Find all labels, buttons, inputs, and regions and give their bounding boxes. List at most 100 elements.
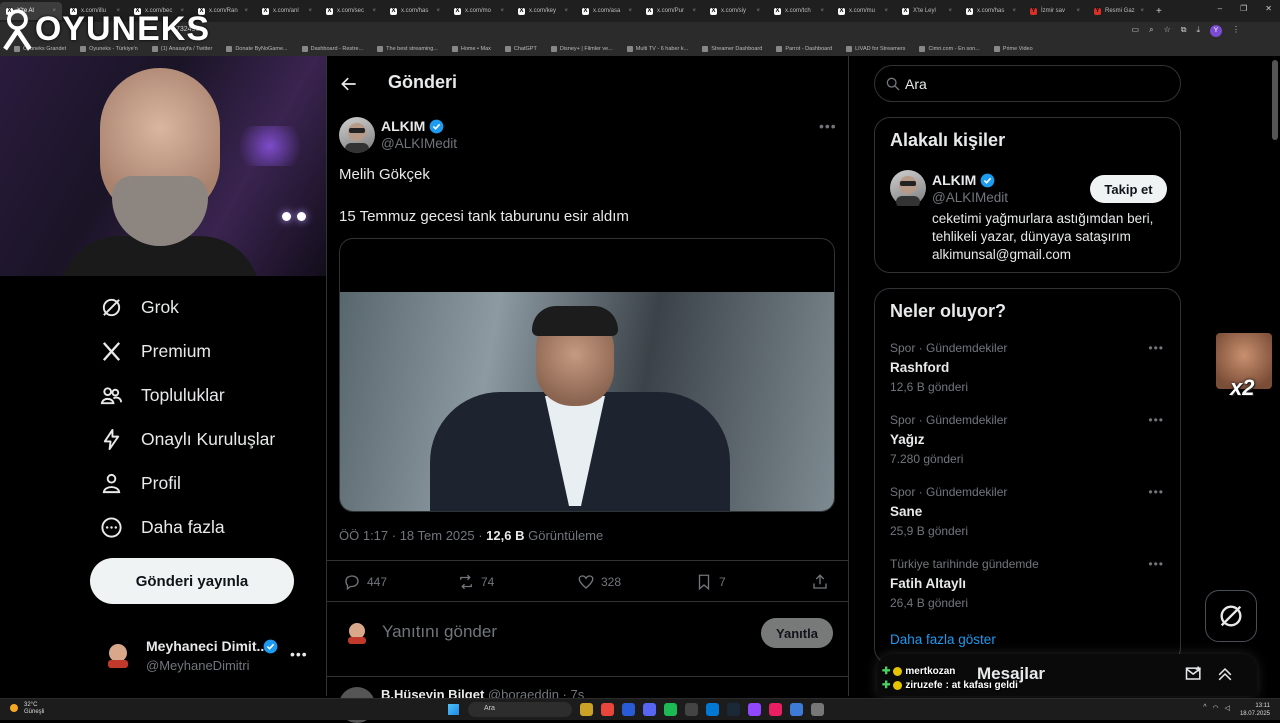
- trend-more-icon[interactable]: •••: [1148, 413, 1164, 427]
- bookmark-item[interactable]: Streamer Dashboard: [702, 46, 762, 52]
- tab-close-icon[interactable]: ×: [308, 8, 312, 14]
- bookmark-item[interactable]: Prime Video: [993, 46, 1033, 52]
- browser-tab[interactable]: Xx.com/mo ×: [448, 2, 510, 20]
- wifi-icon[interactable]: ◠: [1213, 704, 1219, 712]
- tab-close-icon[interactable]: ×: [948, 8, 952, 14]
- reply-input[interactable]: Yanıtını gönder: [382, 622, 497, 642]
- nav-item-premium[interactable]: Premium: [100, 340, 211, 363]
- browser-tab[interactable]: Xx.com/has ×: [384, 2, 446, 20]
- related-name[interactable]: ALKIM: [932, 172, 995, 188]
- tweet-video[interactable]: [339, 238, 835, 512]
- browser-menu-icon[interactable]: ⋮: [1232, 25, 1240, 37]
- steam-icon[interactable]: [727, 703, 740, 716]
- tweet-more-icon[interactable]: •••: [819, 118, 837, 134]
- like-action[interactable]: 328: [577, 573, 621, 591]
- reply-action[interactable]: 447: [343, 573, 387, 591]
- tab-close-icon[interactable]: ×: [436, 8, 440, 14]
- bookmark-item[interactable]: The best streaming...: [377, 46, 438, 52]
- profile-avatar[interactable]: Y: [1210, 25, 1222, 37]
- nav-item-verified-orgs[interactable]: Onaylı Kuruluşlar: [100, 428, 275, 451]
- weather-widget[interactable]: 32°C Güneşli: [10, 702, 44, 716]
- taskbar-search[interactable]: Ara: [468, 702, 572, 717]
- account-more-icon[interactable]: •••: [290, 646, 308, 662]
- trend-item[interactable]: Spor · Gündemdekiler Yağız 7.280 gönderi…: [890, 413, 1170, 469]
- related-avatar[interactable]: [890, 170, 926, 208]
- search-box[interactable]: Ara: [874, 65, 1181, 102]
- zoom-icon[interactable]: ⌕: [1149, 25, 1153, 37]
- bookmark-item[interactable]: Home • Max: [451, 46, 491, 52]
- tab-close-icon[interactable]: ×: [1076, 8, 1080, 14]
- author-handle[interactable]: @ALKIMedit: [381, 136, 457, 151]
- maximize-button[interactable]: ❐: [1240, 4, 1247, 13]
- nav-item-profile[interactable]: Profil: [100, 472, 181, 495]
- grok-floating-button[interactable]: [1205, 590, 1257, 642]
- trend-more-icon[interactable]: •••: [1148, 341, 1164, 355]
- new-message-icon[interactable]: [1184, 664, 1204, 684]
- follow-button[interactable]: Takip et: [1090, 175, 1167, 203]
- show-more-link[interactable]: Daha fazla göster: [890, 632, 996, 647]
- bookmark-item[interactable]: ChatGPT: [504, 46, 537, 52]
- author-name[interactable]: ALKIM: [381, 118, 444, 134]
- browser-tab[interactable]: Xx.com/sec ×: [320, 2, 382, 20]
- tweet-timestamp[interactable]: ÖÖ 1:17 · 18 Tem 2025 ·: [339, 528, 486, 543]
- bookmark-item[interactable]: Multi TV - 6 haber k...: [626, 46, 688, 52]
- browser-tab[interactable]: Xx.com/key ×: [512, 2, 574, 20]
- browser-tab[interactable]: Xx.com/asa ×: [576, 2, 638, 20]
- trend-item[interactable]: Spor · Gündemdekiler Rashford 12,6 B gön…: [890, 341, 1170, 397]
- account-switcher[interactable]: Meyhaneci Dimit... @MeyhaneDimitri •••: [100, 634, 326, 678]
- tab-close-icon[interactable]: ×: [564, 8, 568, 14]
- tab-close-icon[interactable]: ×: [500, 8, 504, 14]
- trend-more-icon[interactable]: •••: [1148, 485, 1164, 499]
- bookmark-item[interactable]: Cimri.com - En son...: [919, 46, 980, 52]
- star-icon[interactable]: ☆: [1164, 25, 1171, 37]
- post-button[interactable]: Gönderi yayınla: [90, 558, 294, 604]
- bookmark-item[interactable]: Disney+ | Filmler ve...: [550, 46, 613, 52]
- trend-item[interactable]: Spor · Gündemdekiler Sane 25,9 B gönderi…: [890, 485, 1170, 541]
- bookmark-item[interactable]: Donate ByNoGame...: [226, 46, 288, 52]
- close-window-button[interactable]: ✕: [1265, 4, 1272, 13]
- minimize-button[interactable]: –: [1218, 4, 1222, 13]
- tab-close-icon[interactable]: ×: [756, 8, 760, 14]
- app-icon[interactable]: [706, 703, 719, 716]
- browser-tab[interactable]: Y İzmir sav ×: [1024, 2, 1086, 20]
- tab-close-icon[interactable]: ×: [244, 8, 248, 14]
- browser-tab[interactable]: Xx.com/anl ×: [256, 2, 318, 20]
- browser-tab[interactable]: Xx.com/has ×: [960, 2, 1022, 20]
- nav-item-communities[interactable]: Topluluklar: [100, 384, 225, 407]
- bookmark-item[interactable]: LIVAD for Streamers: [846, 46, 905, 52]
- expand-chevron-icon[interactable]: [1215, 664, 1235, 684]
- tab-close-icon[interactable]: ×: [884, 8, 888, 14]
- search-input[interactable]: Ara: [905, 76, 927, 92]
- page-scrollbar[interactable]: [1272, 60, 1278, 140]
- bookmark-item[interactable]: Dashboard - Restre...: [301, 46, 363, 52]
- twitch-icon[interactable]: [748, 703, 761, 716]
- related-handle[interactable]: @ALKIMedit: [932, 190, 1008, 205]
- spotify-icon[interactable]: [664, 703, 677, 716]
- tray-chevron-icon[interactable]: ^: [1203, 704, 1206, 712]
- tab-close-icon[interactable]: ×: [820, 8, 824, 14]
- back-arrow-icon[interactable]: [339, 74, 359, 94]
- tab-close-icon[interactable]: ×: [1012, 8, 1016, 14]
- browser-tab[interactable]: X X'te Leyl ×: [896, 2, 958, 20]
- tab-close-icon[interactable]: ×: [628, 8, 632, 14]
- volume-icon[interactable]: ◁: [1225, 704, 1230, 712]
- download-icon[interactable]: ⤓: [1196, 25, 1200, 37]
- nav-item-grok[interactable]: Grok: [100, 296, 179, 319]
- extensions-icon[interactable]: ⧉: [1181, 25, 1187, 37]
- discord-icon[interactable]: [643, 703, 656, 716]
- repost-action[interactable]: 74: [457, 573, 494, 591]
- browser-tab[interactable]: Xx.com/Pur ×: [640, 2, 702, 20]
- tab-close-icon[interactable]: ×: [1140, 8, 1144, 14]
- browser-tab[interactable]: Xx.com/tch ×: [768, 2, 830, 20]
- tab-close-icon[interactable]: ×: [692, 8, 696, 14]
- app-icon[interactable]: [811, 703, 824, 716]
- nav-item-more[interactable]: Daha fazla: [100, 516, 225, 539]
- bookmark-action[interactable]: 7: [695, 573, 726, 591]
- browser-tab[interactable]: Xx.com/mu ×: [832, 2, 894, 20]
- browser-tab[interactable]: Xx.com/siy ×: [704, 2, 766, 20]
- cast-icon[interactable]: ▭: [1132, 25, 1140, 37]
- share-action[interactable]: [811, 573, 829, 591]
- app-icon[interactable]: [769, 703, 782, 716]
- windows-start-icon[interactable]: [448, 704, 459, 715]
- app-icon[interactable]: [622, 703, 635, 716]
